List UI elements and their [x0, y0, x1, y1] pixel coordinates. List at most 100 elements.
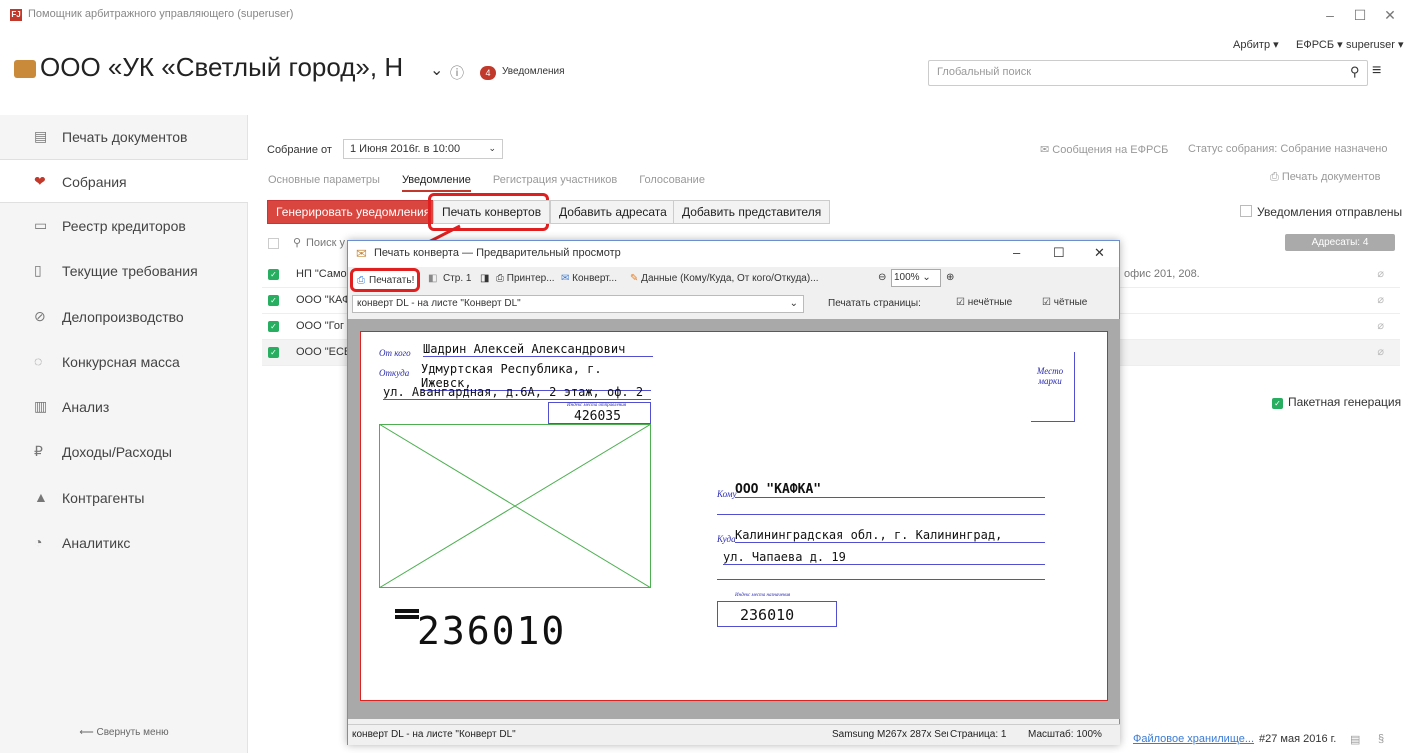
sidebar-item-label: Делопроизводство — [62, 309, 184, 325]
ruble-icon: ₽ — [34, 443, 43, 459]
minimize-button[interactable]: – — [1315, 5, 1345, 25]
sent-checkbox[interactable] — [1240, 205, 1252, 217]
batch-label: Пакетная генерация — [1288, 395, 1402, 409]
prev-page-icon[interactable]: ◧ — [428, 273, 437, 284]
edit-icon: ✎ — [630, 273, 642, 284]
paperclip-icon[interactable]: ⌀ — [1377, 345, 1384, 358]
tab-registration[interactable]: Регистрация участников — [493, 174, 617, 186]
title-bar: FJ Помощник арбитражного управляющего (s… — [0, 0, 1411, 30]
page-title[interactable]: ООО «УК «Светлый город», Н — [40, 52, 403, 83]
zoom-out-icon[interactable]: ⊖ — [878, 272, 886, 283]
zoom-in-icon[interactable]: ⊕ — [946, 272, 954, 283]
dialog-minimize-button[interactable]: – — [1013, 245, 1020, 260]
global-search-input[interactable]: Глобальный поиск — [928, 60, 1368, 86]
row-checkbox[interactable]: ✓ — [268, 295, 279, 306]
stamp-label: Место марки — [1036, 366, 1064, 386]
sidebar-item-label: Печать документов — [62, 129, 188, 145]
even-pages-checkbox[interactable]: ☑ чётные — [1042, 297, 1087, 308]
notifications-link[interactable]: Уведомления — [502, 66, 565, 77]
sidebar-item-income[interactable]: ₽ Доходы/Расходы — [0, 430, 248, 474]
meeting-label: Собрание от — [267, 144, 332, 156]
printer-label: Принтер... — [506, 273, 555, 284]
paragraph-icon[interactable]: § — [1378, 733, 1384, 745]
chevron-down-icon[interactable]: ⌄ — [430, 60, 443, 80]
tab-notification[interactable]: Уведомление — [401, 174, 471, 192]
print-now-button[interactable]: ⎙ Печатать! — [350, 268, 420, 292]
postal-barcode: 236010 — [395, 605, 595, 665]
print-documents-link[interactable]: ⎙ Печать документов — [1270, 171, 1380, 184]
arbitr-menu[interactable]: Арбитр ▾ — [1233, 38, 1279, 51]
preview-area[interactable]: От кого Шадрин Алексей Александрович Отк… — [348, 319, 1120, 719]
dialog-maximize-button[interactable]: ☐ — [1053, 245, 1065, 261]
sidebar-item-current-claims[interactable]: ▯ Текущие требования — [0, 249, 248, 293]
sidebar-item-records[interactable]: ⊘ Делопроизводство — [0, 295, 248, 339]
dialog-close-button[interactable]: ✕ — [1094, 245, 1105, 261]
calendar-icon[interactable]: ▤ — [1350, 733, 1360, 746]
add-addressee-button[interactable]: Добавить адресата — [550, 200, 676, 224]
handshake-icon: ❤ — [34, 173, 46, 189]
data-label: Данные (Кому/Куда, От кого/Откуда)... — [641, 273, 819, 284]
tab-main-params[interactable]: Основные параметры — [268, 174, 380, 186]
row-checkbox[interactable]: ✓ — [268, 347, 279, 358]
close-button[interactable]: ✕ — [1375, 5, 1405, 25]
select-all-checkbox[interactable] — [268, 238, 279, 249]
paperclip-icon[interactable]: ⌀ — [1377, 267, 1384, 280]
recipient-index-box: 236010 — [717, 601, 837, 627]
add-representative-button[interactable]: Добавить представителя — [673, 200, 831, 224]
zoom-select[interactable]: 100% ⌄ — [891, 269, 941, 287]
row-address: офис 201, 208. — [1124, 268, 1200, 280]
printer-button[interactable]: ⎙ Принтер... — [496, 273, 555, 284]
print-now-label: Печатать! — [369, 275, 415, 286]
row-checkbox[interactable]: ✓ — [268, 269, 279, 280]
efrsb-messages-link[interactable]: ✉ Сообщения на ЕФРСБ — [1040, 143, 1168, 156]
sender-index-label: Индекс места отправления — [567, 403, 627, 408]
sidebar-item-estate[interactable]: ◌ Конкурсная масса — [0, 340, 248, 384]
odd-label: нечётные — [967, 297, 1013, 308]
collapse-menu-button[interactable]: ⟵ Свернуть меню — [0, 715, 248, 738]
print-pages-label: Печатать страницы: — [828, 298, 921, 309]
sidebar-item-creditors[interactable]: ▭ Реестр кредиторов — [0, 204, 248, 248]
search-icon[interactable]: ⚲ — [1350, 64, 1360, 80]
efrsb-menu[interactable]: ЕФРСБ ▾ — [1296, 38, 1343, 51]
sidebar-item-contractors[interactable]: ▲ Контрагенты — [0, 476, 248, 520]
sidebar-item-analysis[interactable]: ▥ Анализ — [0, 385, 248, 429]
tab-voting[interactable]: Голосование — [639, 174, 705, 186]
sidebar-item-analytics[interactable]: ◔ Аналитикс — [0, 521, 248, 565]
row-checkbox[interactable]: ✓ — [268, 321, 279, 332]
data-button[interactable]: ✎ Данные (Кому/Куда, От кого/Откуда)... — [630, 273, 819, 284]
batch-checkbox[interactable]: ✓ — [1272, 395, 1283, 410]
search-icon[interactable]: ⚲ — [293, 236, 301, 249]
maximize-button[interactable]: ☐ — [1345, 5, 1375, 25]
file-storage-link[interactable]: Файловое хранилище... — [1133, 733, 1254, 745]
dialog-toolbar: ⎙ Печатать! ◧ Стр. 1 ◨ ⎙ Принтер... ✉ Кон… — [348, 267, 1119, 293]
sender-name: Шадрин Алексей Александрович — [423, 342, 653, 357]
status-format: конверт DL - на листе "Конверт DL" — [352, 729, 516, 740]
document-icon: ▤ — [34, 128, 48, 144]
info-icon[interactable]: ⓘ — [450, 63, 464, 83]
sidebar-item-meetings[interactable]: ❤ Собрания — [0, 159, 248, 203]
sidebar-item-print-docs[interactable]: ▤ Печать документов — [0, 115, 248, 159]
envelope-button[interactable]: ✉ Конверт... — [561, 273, 617, 284]
dest-index-label: Индекс места назначения — [735, 593, 791, 598]
user-menu[interactable]: superuser ▾ — [1346, 38, 1404, 51]
next-page-icon[interactable]: ◨ — [480, 273, 489, 284]
addressee-search-input[interactable]: Поиск у — [306, 237, 345, 249]
row-name: ООО "Гог — [296, 320, 344, 332]
paperclip-icon[interactable]: ⌀ — [1377, 293, 1384, 306]
envelope-format-select[interactable]: конверт DL - на листе "Конверт DL" ⌄ — [352, 295, 804, 313]
dialog-titlebar: ✉ Печать конверта — Предварительный прос… — [348, 241, 1119, 267]
paperclip-icon[interactable]: ⌀ — [1377, 319, 1384, 332]
meeting-date-select[interactable]: 1 Июня 2016г. в 10:00 ⌄ — [343, 139, 503, 159]
row-name: НП "Само — [296, 268, 347, 280]
odd-pages-checkbox[interactable]: ☑ нечётные — [956, 297, 1012, 308]
status-printer: Samsung M267x 287x Serie — [832, 729, 948, 740]
sidebar: ▤ Печать документов ❤ Собрания ▭ Реестр кре… — [0, 115, 248, 753]
from-label: От кого — [379, 348, 411, 358]
row-name: ООО "КАФ — [296, 294, 351, 306]
hamburger-menu-icon[interactable]: ≡ — [1372, 62, 1381, 80]
box-icon: ◌ — [34, 353, 43, 369]
sent-label: Уведомления отправлены — [1257, 205, 1403, 219]
where-label: Откуда — [379, 368, 410, 378]
sidebar-item-label: Текущие требования — [62, 263, 198, 279]
dialog-status-bar: конверт DL - на листе "Конверт DL" Samsu… — [348, 724, 1120, 745]
